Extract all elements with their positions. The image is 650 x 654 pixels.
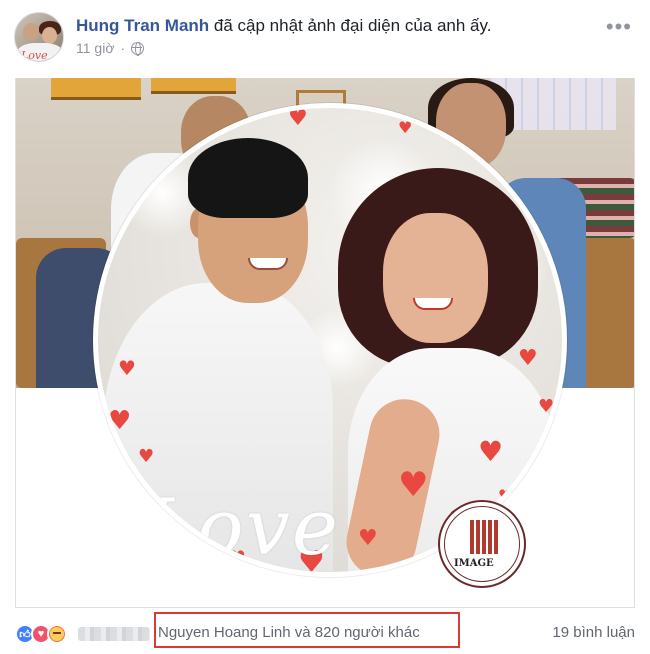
ellipsis-icon[interactable]: ••• [606,14,632,40]
stamp-text: IMAGE [454,558,494,569]
heart-icon: ♥ [118,356,136,380]
love-script-text: Love [143,483,340,573]
post-timestamp[interactable]: 11 giờ [76,40,115,56]
author-avatar[interactable]: Love [14,12,64,62]
woman-face [383,213,488,343]
post-photo[interactable]: ♥ ♥ ♥ ♥ ♥ ♥ ♥ ♥ ♥ ♥ ♥ ♥ ♥ ♥ Love IMAGE [15,78,635,608]
studio-logo-stamp: IMAGE [438,500,526,588]
angry-reaction-icon[interactable] [47,624,67,644]
author-name-link[interactable]: Hung Tran Manh [76,16,209,35]
reaction-icons[interactable]: 👍︎ ♥ [15,624,67,644]
heart-icon: ♥ [398,118,413,137]
wall-sign [51,78,141,100]
avatar-face-man [23,23,39,41]
woman-smile [413,298,453,310]
feed-post: Love Hung Tran Manh đã cập nhật ảnh đại … [0,0,650,654]
dot-separator: · [120,40,126,56]
stamp-building-icon [470,520,500,554]
post-footer: 👍︎ ♥ Nguyen Hoang Linh và 820 người khác… [0,608,650,654]
man-smile [248,258,288,270]
blurred-name [78,627,150,641]
heart-icon: ♥ [478,435,504,468]
heart-icon: ♥ [498,486,513,505]
heart-icon: ♥ [538,396,555,417]
globe-icon[interactable] [131,41,145,56]
angry-face-icon [50,627,64,641]
post-action-text: đã cập nhật ảnh đại diện của anh ấy. [209,16,492,35]
likers-summary-link[interactable]: Nguyen Hoang Linh và 820 người khác [158,624,420,641]
post-meta: 11 giờ · [76,40,145,56]
heart-icon: ♥ [108,406,132,436]
comments-count-link[interactable]: 19 bình luận [552,624,635,641]
man-hair [188,138,308,218]
heart-icon: ♥ [288,106,308,131]
wall-sign [151,78,236,94]
heart-icon: ♥ [518,346,538,371]
heart-icon: ♥ [138,446,155,467]
avatar-love-mark: Love [21,49,48,62]
heart-icon: ♥ [358,526,378,551]
heart-icon: ♥ [398,465,429,505]
avatar-face-woman [42,27,57,44]
post-header: Love Hung Tran Manh đã cập nhật ảnh đại … [0,0,650,70]
post-headline: Hung Tran Manh đã cập nhật ảnh đại diện … [76,16,491,36]
